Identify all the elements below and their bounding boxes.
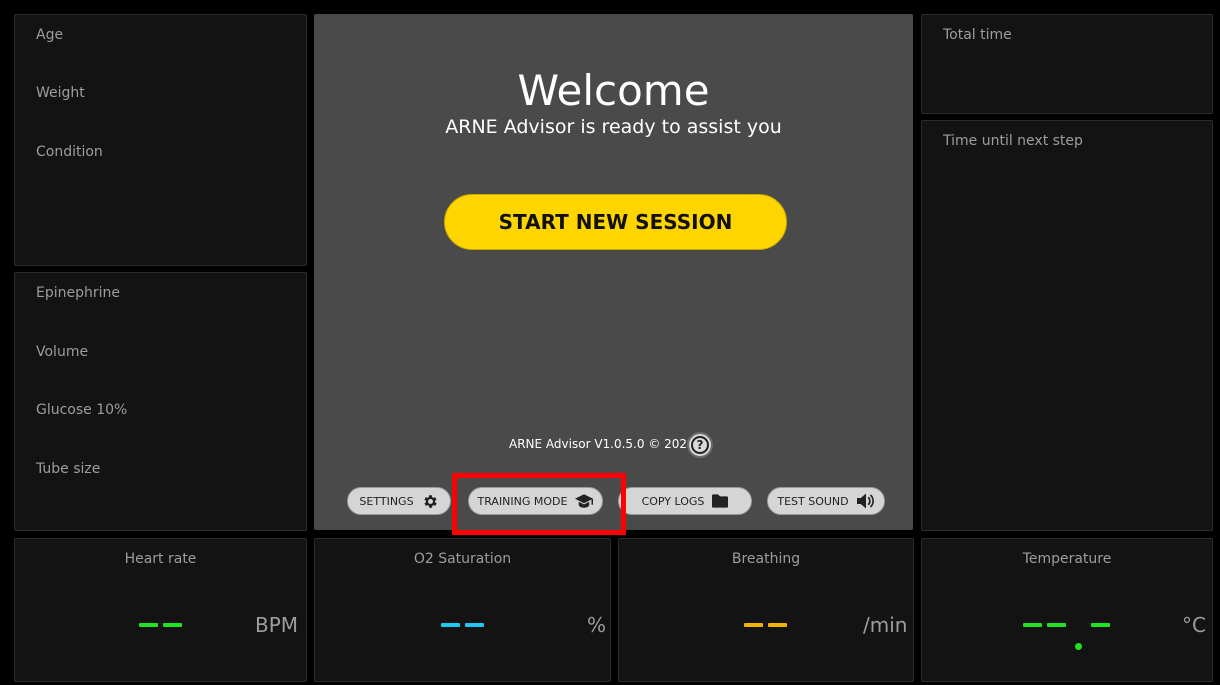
copy-logs-button[interactable]: COPY LOGS xyxy=(618,487,752,515)
speaker-icon xyxy=(856,493,875,509)
epinephrine-label: Epinephrine xyxy=(36,285,120,301)
copy-logs-label: COPY LOGS xyxy=(641,494,705,508)
folder-icon xyxy=(712,494,729,508)
heart-rate-dash xyxy=(163,623,182,627)
breathing-unit: /min xyxy=(863,613,908,637)
volume-label: Volume xyxy=(36,344,89,360)
o2-unit: % xyxy=(587,613,607,637)
heart-rate-unit: BPM xyxy=(255,613,299,637)
breathing-panel: Breathing /min xyxy=(618,538,914,682)
test-sound-label: TEST SOUND xyxy=(777,494,849,508)
temperature-dash xyxy=(1091,623,1110,627)
o2-dash xyxy=(441,623,460,627)
next-step-panel: Time until next step xyxy=(921,120,1213,531)
temperature-unit: °C xyxy=(1182,613,1206,637)
gear-icon xyxy=(422,493,439,510)
breathing-dash xyxy=(768,623,787,627)
start-new-session-button[interactable]: START NEW SESSION xyxy=(444,194,787,250)
breathing-label: Breathing xyxy=(731,551,801,567)
welcome-title: Welcome xyxy=(517,66,710,115)
help-button[interactable]: ? xyxy=(687,432,713,458)
total-time-panel: Total time xyxy=(921,14,1213,114)
training-mode-highlight xyxy=(452,473,626,535)
temperature-decimal-dot xyxy=(1075,643,1082,650)
version-text: ARNE Advisor V1.0.5.0 © 2022 xyxy=(509,437,695,451)
heart-rate-panel: Heart rate BPM xyxy=(14,538,307,682)
o2-saturation-panel: O2 Saturation % xyxy=(314,538,611,682)
condition-label: Condition xyxy=(36,144,103,160)
patient-panel: Age Weight Condition xyxy=(14,14,307,266)
settings-button[interactable]: SETTINGS xyxy=(347,487,451,515)
help-circle-icon: ? xyxy=(691,436,709,454)
tube-size-label: Tube size xyxy=(36,461,101,477)
heart-rate-label: Heart rate xyxy=(124,551,197,567)
settings-label: SETTINGS xyxy=(359,494,414,508)
temperature-dash xyxy=(1023,623,1042,627)
next-step-label: Time until next step xyxy=(943,133,1083,149)
weight-label: Weight xyxy=(36,85,85,101)
welcome-subtitle: ARNE Advisor is ready to assist you xyxy=(445,116,782,138)
age-label: Age xyxy=(36,27,64,43)
breathing-dash xyxy=(744,623,763,627)
o2-dash xyxy=(465,623,484,627)
test-sound-button[interactable]: TEST SOUND xyxy=(767,487,885,515)
temperature-label: Temperature xyxy=(1022,551,1112,567)
medication-panel: Epinephrine Volume Glucose 10% Tube size xyxy=(14,272,307,531)
total-time-label: Total time xyxy=(943,27,1012,43)
heart-rate-dash xyxy=(139,623,158,627)
welcome-panel: Welcome ARNE Advisor is ready to assist … xyxy=(314,14,913,530)
o2-saturation-label: O2 Saturation xyxy=(413,551,512,567)
temperature-dash xyxy=(1047,623,1066,627)
temperature-panel: Temperature °C xyxy=(921,538,1213,682)
glucose-label: Glucose 10% xyxy=(36,402,128,418)
